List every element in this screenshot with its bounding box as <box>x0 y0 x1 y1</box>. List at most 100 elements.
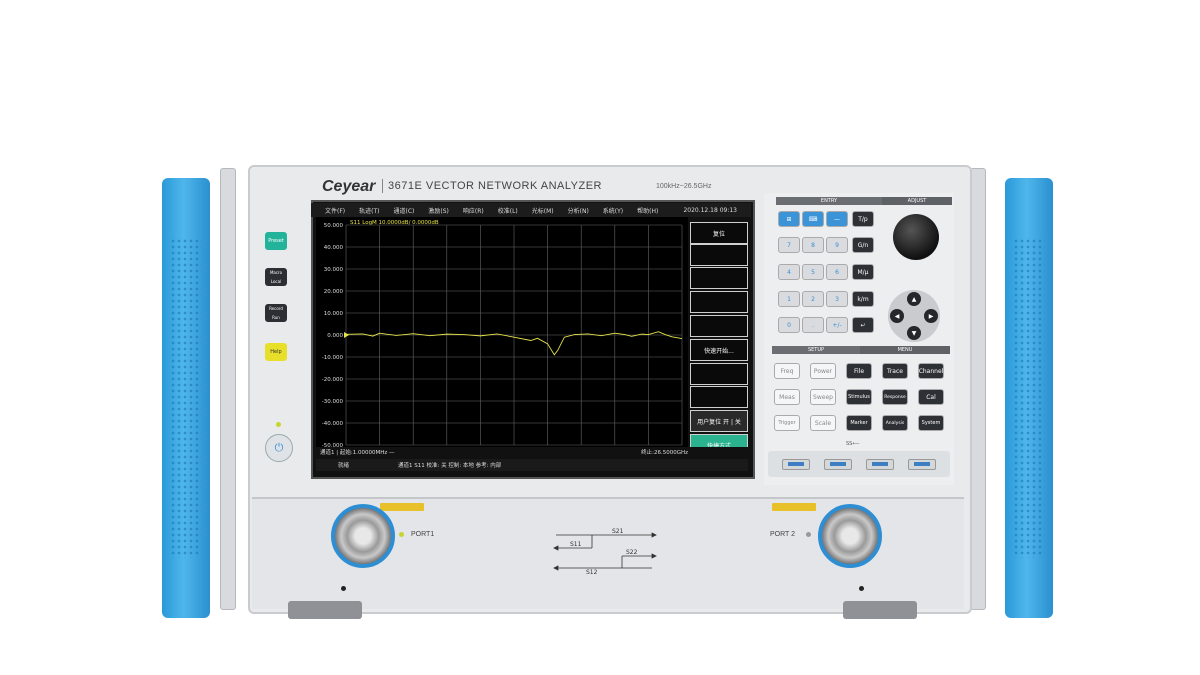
usb-port-4[interactable] <box>908 459 936 470</box>
marker-key[interactable]: Marker <box>846 415 872 431</box>
analysis-label: Analysis <box>885 420 905 426</box>
datetime: 2020.12.18 09:13 <box>683 206 737 214</box>
sweep-key[interactable]: Sweep <box>810 389 836 405</box>
usb-port-2[interactable] <box>824 459 852 470</box>
left-bracket <box>220 168 236 610</box>
keyboard-icon: ⌨ <box>808 215 818 223</box>
menu-marker[interactable]: 光标(M) <box>532 206 554 215</box>
decimal-key[interactable]: . <box>802 317 824 333</box>
softkey-user-preset-label: 用户复位 开 | 关 <box>697 418 741 426</box>
digit-3-key[interactable]: 3 <box>826 291 848 307</box>
softkey-5[interactable] <box>690 315 748 337</box>
usb-port-1[interactable] <box>782 459 810 470</box>
keyboard-key[interactable]: ⌨ <box>802 211 824 227</box>
softkey-reset[interactable]: 复位 <box>690 222 748 244</box>
s12-label: S12 <box>586 569 598 576</box>
menu-calibration[interactable]: 校准(L) <box>498 206 518 215</box>
menu-response[interactable]: 响应(R) <box>463 206 484 215</box>
sign-key[interactable]: +/- <box>826 317 848 333</box>
setup-section-label: SETUP <box>772 346 860 354</box>
usb-port-3[interactable] <box>866 459 894 470</box>
port1-connector[interactable] <box>331 504 395 568</box>
menu-channel[interactable]: 通道(C) <box>394 206 415 215</box>
power-icon: ⏻ <box>274 441 284 454</box>
digit-8-key[interactable]: 8 <box>802 237 824 253</box>
decimal-label: . <box>812 321 814 329</box>
unit-mu-key[interactable]: M/μ <box>852 264 874 280</box>
record-run-label: Record Run <box>269 306 283 320</box>
scale-label: Scale <box>814 419 832 427</box>
power-key[interactable]: Power <box>810 363 836 379</box>
channel-label: Channel <box>918 367 944 375</box>
windows-key[interactable]: ⊞ <box>778 211 800 227</box>
menu-bar: 文件(F) 轨迹(T) 通道(C) 激励(S) 响应(R) 校准(L) 光标(M… <box>311 203 751 217</box>
minus-key[interactable]: — <box>826 211 848 227</box>
unit-mu-label: M/μ <box>857 268 869 276</box>
scale-key[interactable]: Scale <box>810 415 836 431</box>
digit-9-label: 9 <box>835 241 839 249</box>
enter-key[interactable]: ↵ <box>852 317 874 333</box>
softkey-2[interactable] <box>690 244 748 266</box>
record-run-button[interactable]: Record Run <box>265 304 287 322</box>
unit-tp-label: T/p <box>858 215 868 223</box>
power-button[interactable]: ⏻ <box>265 434 293 462</box>
adjust-section-label: ADJUST <box>882 197 952 205</box>
digit-1-key[interactable]: 1 <box>778 291 800 307</box>
right-foot <box>843 601 917 619</box>
digit-6-key[interactable]: 6 <box>826 264 848 280</box>
digit-9-key[interactable]: 9 <box>826 237 848 253</box>
meas-key[interactable]: Meas <box>774 389 800 405</box>
response-key[interactable]: Response <box>882 389 908 405</box>
left-handle <box>162 178 210 618</box>
power-led <box>276 422 281 427</box>
softkey-8[interactable] <box>690 386 748 408</box>
digit-2-key[interactable]: 2 <box>802 291 824 307</box>
softkey-3[interactable] <box>690 267 748 289</box>
softkey-quick-start[interactable]: 快速开始... <box>690 339 748 361</box>
arrow-left-icon[interactable]: ◀ <box>890 309 904 323</box>
brand-divider <box>382 179 383 193</box>
arrow-right-icon[interactable]: ▶ <box>924 309 938 323</box>
channel-status-bar: 通道1 | 起始:1.00000MHz — 终止:26.5000GHz <box>316 447 748 458</box>
menu-system[interactable]: 系统(Y) <box>603 206 623 215</box>
menu-stimulus[interactable]: 激励(S) <box>428 206 449 215</box>
port2-connector[interactable] <box>818 504 882 568</box>
trace-key[interactable]: Trace <box>882 363 908 379</box>
right-handle <box>1005 178 1053 618</box>
channel-key[interactable]: Channel <box>918 363 944 379</box>
freq-key[interactable]: Freq <box>774 363 800 379</box>
unit-tp-key[interactable]: T/p <box>852 211 874 227</box>
menu-file[interactable]: 文件(F) <box>325 206 345 215</box>
adjust-knob[interactable] <box>893 214 939 260</box>
softkey-7[interactable] <box>690 363 748 385</box>
cal-key[interactable]: Cal <box>918 389 944 405</box>
softkey-user-preset[interactable]: 用户复位 开 | 关 <box>690 410 748 432</box>
system-key[interactable]: System <box>918 415 944 431</box>
analysis-key[interactable]: Analysis <box>882 415 908 431</box>
softkey-4[interactable] <box>690 291 748 313</box>
menu-trace[interactable]: 轨迹(T) <box>359 206 379 215</box>
digit-5-key[interactable]: 5 <box>802 264 824 280</box>
trigger-key[interactable]: Trigger <box>774 415 800 431</box>
trace-plot[interactable]: S11 LogM 10.0000dB/ 0.0000dB 50.000 40.000… <box>316 217 688 457</box>
softkey-quick-start-label: 快速开始... <box>704 347 734 355</box>
help-button[interactable]: Help <box>265 343 287 361</box>
arrow-down-icon[interactable]: ▼ <box>907 326 921 340</box>
preset-button[interactable]: Preset <box>265 232 287 250</box>
plus-minus-icon: +/- <box>832 321 842 329</box>
macro-local-button[interactable]: Macro Local <box>265 268 287 286</box>
unit-km-key[interactable]: k/m <box>852 291 874 307</box>
stimulus-key[interactable]: Stimulus <box>846 389 872 405</box>
file-key[interactable]: File <box>846 363 872 379</box>
cal-label: Cal <box>926 393 936 401</box>
arrow-up-icon[interactable]: ▲ <box>907 292 921 306</box>
navigation-pad: ▲ ▼ ◀ ▶ <box>888 290 940 342</box>
digit-7-key[interactable]: 7 <box>778 237 800 253</box>
digit-2-label: 2 <box>811 295 815 303</box>
menu-analysis[interactable]: 分析(N) <box>568 206 589 215</box>
digit-1-label: 1 <box>787 295 791 303</box>
unit-gn-key[interactable]: G/n <box>852 237 874 253</box>
digit-0-key[interactable]: 0 <box>778 317 800 333</box>
digit-4-key[interactable]: 4 <box>778 264 800 280</box>
menu-help[interactable]: 帮助(H) <box>637 206 658 215</box>
